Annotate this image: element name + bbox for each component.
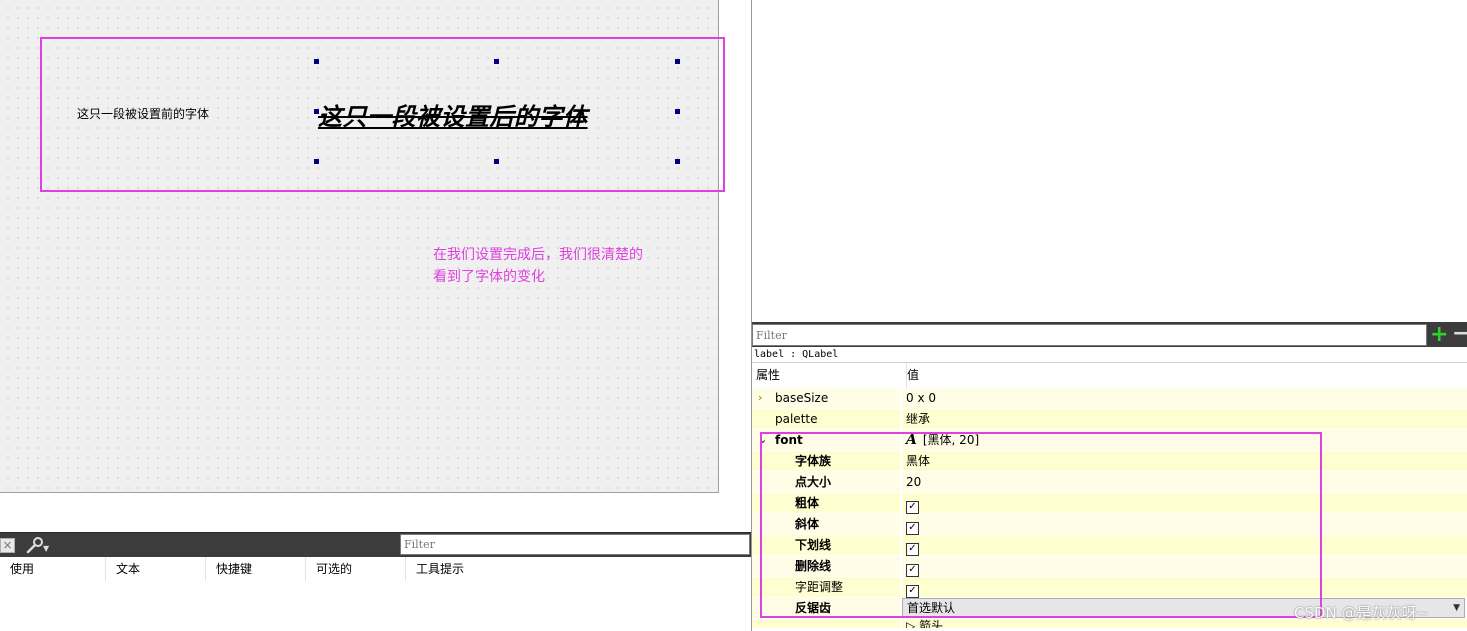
close-icon[interactable]: × bbox=[0, 538, 15, 553]
header-property[interactable]: 属性 bbox=[756, 363, 780, 388]
wrench-icon[interactable]: ▼ bbox=[26, 535, 49, 555]
chevron-down-icon: ▼ bbox=[1453, 603, 1460, 613]
annotation-line-2: 看到了字体的变化 bbox=[433, 269, 545, 285]
action-filter-input[interactable]: Filter bbox=[400, 534, 750, 555]
add-property-button[interactable]: + bbox=[1430, 324, 1448, 346]
property-row-palette[interactable]: palette 继承 bbox=[752, 409, 1467, 430]
property-value[interactable]: 0 x 0 bbox=[902, 388, 1467, 408]
property-row-basesize[interactable]: › baseSize 0 x 0 bbox=[752, 388, 1467, 409]
column-header-checkable[interactable]: 可选的 bbox=[305, 557, 405, 581]
column-header-used[interactable]: 使用 bbox=[0, 557, 105, 581]
remove-property-button[interactable]: − bbox=[1452, 323, 1467, 345]
property-name: baseSize bbox=[775, 391, 829, 405]
chevron-right-icon[interactable]: › bbox=[758, 388, 762, 408]
cursor-icon: ▷ bbox=[906, 619, 916, 629]
labels-highlight-box bbox=[40, 37, 725, 192]
annotation-line-1: 在我们设置完成后，我们很清楚的 bbox=[433, 247, 643, 263]
font-properties-highlight-box bbox=[760, 432, 1322, 618]
column-header-tooltip[interactable]: 工具提示 bbox=[405, 557, 751, 581]
chevron-down-icon: ▼ bbox=[43, 544, 50, 553]
property-table-header: 属性 值 bbox=[752, 363, 1467, 388]
property-name: palette bbox=[775, 412, 818, 426]
object-class-label: label : QLabel bbox=[752, 347, 1467, 363]
header-value[interactable]: 值 bbox=[906, 363, 919, 388]
watermark: CSDN @是灰灰呀~ bbox=[1294, 604, 1430, 622]
action-table-header: 使用 文本 快捷键 可选的 工具提示 bbox=[0, 557, 751, 581]
column-header-text[interactable]: 文本 bbox=[105, 557, 205, 581]
annotation-text: 在我们设置完成后，我们很清楚的 看到了字体的变化 bbox=[433, 244, 703, 288]
property-value: 箭头 bbox=[919, 619, 944, 629]
property-value[interactable]: 继承 bbox=[902, 409, 1467, 429]
property-filter-input[interactable]: Filter bbox=[752, 324, 1427, 346]
column-header-shortcut[interactable]: 快捷键 bbox=[205, 557, 305, 581]
